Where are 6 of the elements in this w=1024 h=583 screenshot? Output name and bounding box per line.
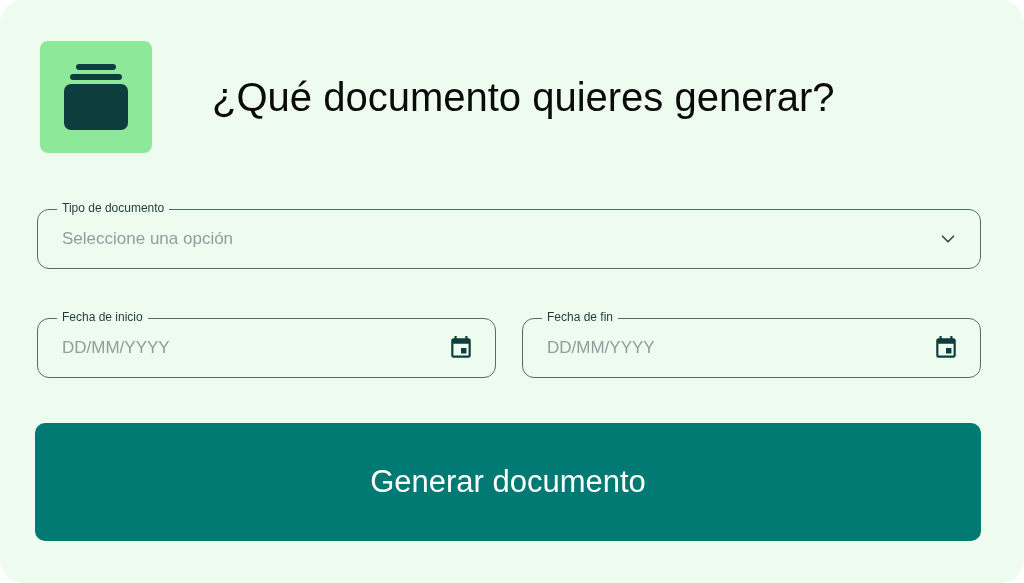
field-label: Tipo de documento [57,200,170,216]
generate-button[interactable]: Generar documento [35,423,981,541]
page-title: ¿Qué documento quieres generar? [212,74,835,120]
archive-icon [64,64,128,130]
calendar-icon[interactable] [448,335,474,361]
calendar-icon[interactable] [933,335,959,361]
